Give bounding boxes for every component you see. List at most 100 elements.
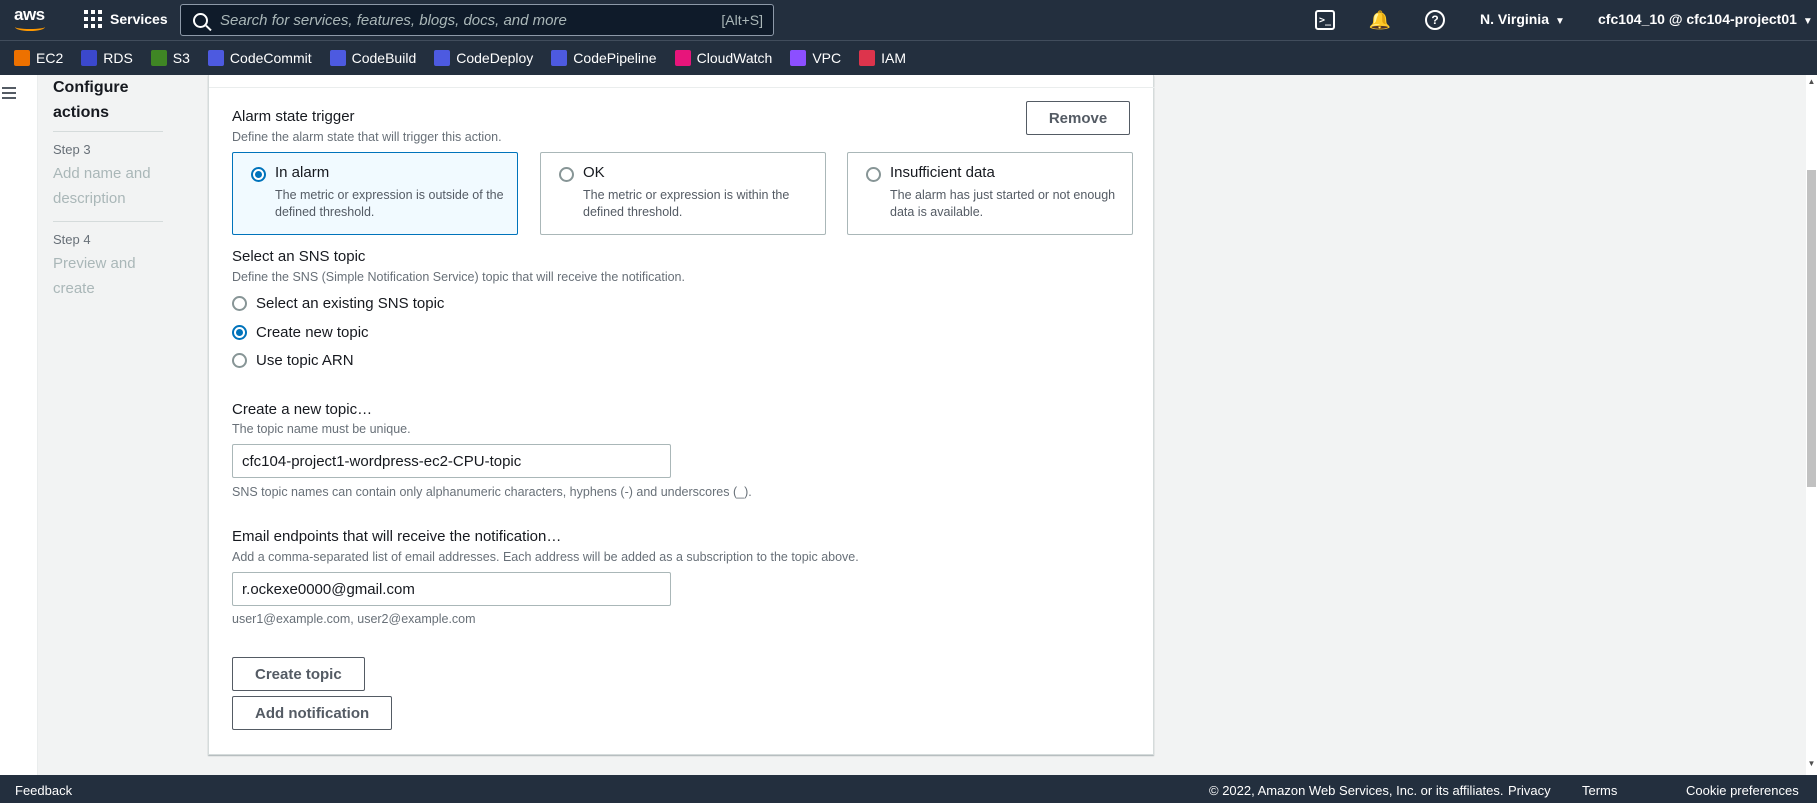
option-use-topic-arn[interactable]: Use topic ARN xyxy=(232,352,354,369)
notifications-bell-icon[interactable]: 🔔 xyxy=(1369,10,1391,30)
alarm-state-trigger-description: Define the alarm state that will trigger… xyxy=(232,130,502,144)
new-topic-description: The topic name must be unique. xyxy=(232,422,411,436)
alarm-state-trigger-label: Alarm state trigger xyxy=(232,108,355,125)
option-existing-sns-topic[interactable]: Select an existing SNS topic xyxy=(232,295,444,312)
iam-icon xyxy=(859,50,876,66)
scroll-up-arrow-icon[interactable]: ▲ xyxy=(1807,77,1816,86)
radio-button[interactable] xyxy=(232,296,247,311)
services-label: Services xyxy=(110,11,168,27)
account-menu[interactable]: cfc104_10 @ cfc104-project01 ▼ xyxy=(1598,11,1813,27)
cloudwatch-icon xyxy=(674,50,691,66)
tile-description: The metric or expression is within the d… xyxy=(583,188,790,219)
favorite-label: CloudWatch xyxy=(696,50,773,66)
email-endpoints-hint: user1@example.com, user2@example.com xyxy=(232,612,476,626)
add-notification-button[interactable]: Add notification xyxy=(232,696,393,730)
sns-topic-label: Select an SNS topic xyxy=(232,248,366,265)
option-create-new-topic[interactable]: Create new topic xyxy=(232,324,369,341)
option-label: Create new topic xyxy=(256,324,369,341)
favorite-label: VPC xyxy=(812,50,842,66)
email-endpoints-label: Email endpoints that will receive the no… xyxy=(232,528,562,545)
favorite-label: IAM xyxy=(881,50,907,66)
aws-smile-icon xyxy=(15,23,45,31)
favorite-vpc[interactable]: VPC xyxy=(790,50,841,66)
rds-icon xyxy=(81,50,98,66)
page-scrollbar[interactable]: ▲ ▼ xyxy=(1806,75,1817,775)
step-number: Step 3 xyxy=(53,142,91,157)
favorite-codedeploy[interactable]: CodeDeploy xyxy=(434,50,533,66)
caret-down-icon: ▼ xyxy=(1802,16,1813,27)
copyright-text: © 2022, Amazon Web Services, Inc. or its… xyxy=(1209,783,1504,798)
radio-button[interactable] xyxy=(232,325,247,340)
services-menu-button[interactable]: Services xyxy=(84,0,168,38)
favorite-codepipeline[interactable]: CodePipeline xyxy=(551,50,657,66)
favorite-label: CodePipeline xyxy=(573,50,657,66)
favorite-codebuild[interactable]: CodeBuild xyxy=(329,50,417,66)
step-number: Step 4 xyxy=(53,232,91,247)
step-name: Add name and description xyxy=(53,165,151,207)
email-endpoints-input[interactable] xyxy=(232,572,671,606)
remove-button[interactable]: Remove xyxy=(1026,101,1130,135)
favorites-bar: EC2 RDS S3 CodeCommit CodeBuild CodeDepl… xyxy=(0,40,1817,75)
tile-description: The alarm has just started or not enough… xyxy=(890,188,1116,219)
tile-ok[interactable]: OK The metric or expression is within th… xyxy=(540,152,826,235)
sns-topic-description: Define the SNS (Simple Notification Serv… xyxy=(232,270,685,284)
tile-title: In alarm xyxy=(275,164,330,181)
aws-logo-text: aws xyxy=(14,5,45,24)
favorite-label: RDS xyxy=(103,50,133,66)
region-label: N. Virginia xyxy=(1480,11,1549,27)
help-icon[interactable]: ? xyxy=(1425,10,1445,30)
radio-button[interactable] xyxy=(251,167,266,182)
favorite-iam[interactable]: IAM xyxy=(859,50,906,66)
wizard-steps: Configure actions Step 3 Add name and de… xyxy=(53,75,163,311)
tile-title: Insufficient data xyxy=(890,164,995,181)
notification-panel: Alarm state trigger Define the alarm sta… xyxy=(208,75,1155,755)
favorite-ec2[interactable]: EC2 xyxy=(14,50,63,66)
side-navigation-rail xyxy=(0,75,38,775)
radio-button[interactable] xyxy=(559,167,574,182)
terms-link[interactable]: Terms xyxy=(1582,783,1617,798)
search-shortcut-hint: [Alt+S] xyxy=(721,12,763,28)
option-label: Select an existing SNS topic xyxy=(256,295,445,312)
codebuild-icon xyxy=(329,50,346,66)
favorite-rds[interactable]: RDS xyxy=(81,50,133,66)
new-topic-label: Create a new topic… xyxy=(232,401,373,418)
favorite-label: CodeCommit xyxy=(229,50,312,66)
account-label: cfc104_10 @ cfc104-project01 xyxy=(1598,11,1797,27)
footer: Feedback © 2022, Amazon Web Services, In… xyxy=(0,775,1817,803)
s3-icon xyxy=(150,50,167,66)
topic-name-input[interactable] xyxy=(232,444,671,478)
favorite-cloudwatch[interactable]: CloudWatch xyxy=(674,50,773,66)
cloudshell-icon[interactable]: >_ xyxy=(1315,10,1335,30)
scroll-down-arrow-icon[interactable]: ▼ xyxy=(1807,759,1816,768)
create-topic-button[interactable]: Create topic xyxy=(232,657,365,691)
tile-in-alarm[interactable]: In alarm The metric or expression is out… xyxy=(232,152,518,235)
favorite-codecommit[interactable]: CodeCommit xyxy=(207,50,312,66)
option-label: Use topic ARN xyxy=(256,352,354,369)
menu-hamburger-icon[interactable] xyxy=(2,87,16,99)
step-name: Preview and create xyxy=(53,255,136,297)
scrollbar-thumb[interactable] xyxy=(1807,170,1816,487)
radio-button[interactable] xyxy=(866,167,881,182)
privacy-link[interactable]: Privacy xyxy=(1508,783,1551,798)
feedback-link[interactable]: Feedback xyxy=(15,783,72,798)
ec2-icon xyxy=(14,50,30,66)
divider xyxy=(209,87,1155,88)
tile-description: The metric or expression is outside of t… xyxy=(275,188,504,219)
region-selector[interactable]: N. Virginia ▼ xyxy=(1480,11,1565,27)
radio-button[interactable] xyxy=(232,353,247,368)
current-step: Configure actions xyxy=(53,75,163,132)
search-bar[interactable]: [Alt+S] xyxy=(180,4,774,36)
favorite-label: CodeBuild xyxy=(351,50,417,66)
topic-name-hint: SNS topic names can contain only alphanu… xyxy=(232,485,752,499)
cookie-preferences-link[interactable]: Cookie preferences xyxy=(1686,783,1799,798)
aws-logo[interactable]: aws xyxy=(14,6,50,34)
search-input[interactable] xyxy=(220,11,722,29)
tile-insufficient-data[interactable]: Insufficient data The alarm has just sta… xyxy=(847,152,1133,235)
codedeploy-icon xyxy=(434,50,451,66)
favorite-label: EC2 xyxy=(36,50,64,66)
vpc-icon xyxy=(790,50,807,66)
codepipeline-icon xyxy=(551,50,568,66)
wizard-step-3: Step 3 Add name and description xyxy=(53,132,163,222)
favorite-s3[interactable]: S3 xyxy=(150,50,190,66)
tile-title: OK xyxy=(583,164,605,181)
